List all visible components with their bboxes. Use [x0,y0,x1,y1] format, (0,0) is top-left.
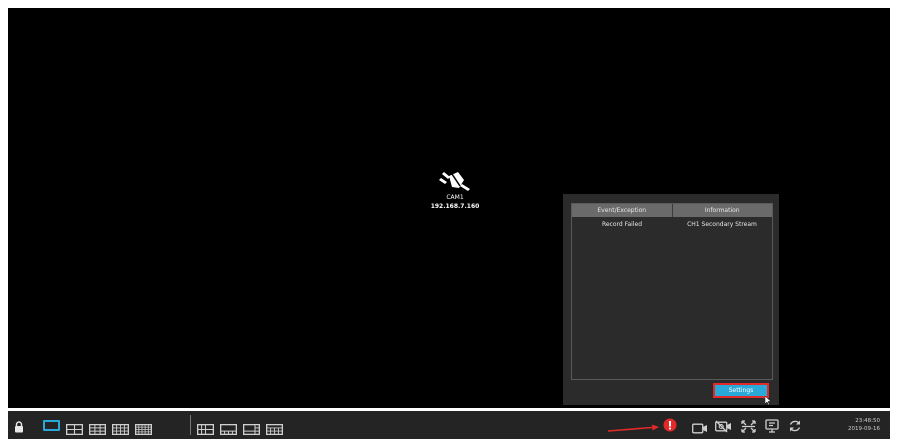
clock-time: 23:48:50 [855,418,880,424]
table-header: Event/Exception Information [572,204,772,217]
disconnected-plug-icon [420,168,490,192]
taskbar-divider [190,415,191,435]
hide-camera-icon[interactable] [715,418,733,437]
exception-table: Event/Exception Information Record Faile… [571,203,773,380]
camera-tile[interactable]: CAM1 192.168.7.160 [420,168,490,210]
camera-ip: 192.168.7.160 [430,203,480,210]
layout-6-view-button[interactable] [196,420,214,439]
clock-date: 2019-09-16 [848,426,880,432]
cell-event: Record Failed [601,220,643,228]
settings-button[interactable]: Settings [713,383,769,398]
table-row[interactable]: Record Failed CH1 Secondary Stream [572,217,772,231]
layout-8-view-button[interactable] [219,420,237,439]
fullscreen-icon[interactable] [741,418,756,437]
column-header-information: Information [671,204,773,217]
alert-icon[interactable] [663,417,677,436]
cell-information: CH1 Secondary Stream [687,220,757,228]
layout-9-view-button[interactable] [88,420,106,439]
refresh-icon[interactable] [788,418,802,437]
record-icon[interactable] [692,419,708,438]
clock: 23:48:50 2019-09-16 [848,417,880,433]
camera-name: CAM1 [446,194,464,201]
layout-25-view-button[interactable] [134,420,152,439]
display-icon[interactable] [765,418,779,437]
taskbar: 23:48:50 2019-09-16 [8,411,890,439]
layout-16-view-button[interactable] [111,420,129,439]
lock-icon[interactable] [14,418,24,437]
column-header-event: Event/Exception [597,207,647,214]
exception-panel: Event/Exception Information Record Faile… [563,194,779,406]
layout-4-view-button[interactable] [65,420,83,439]
mouse-cursor-icon [764,390,772,409]
layout-8-view-alt-button[interactable] [242,420,260,439]
layout-custom-view-button[interactable] [265,420,283,439]
annotation-arrow-icon [607,419,660,438]
layout-1-view-button[interactable] [43,420,60,431]
